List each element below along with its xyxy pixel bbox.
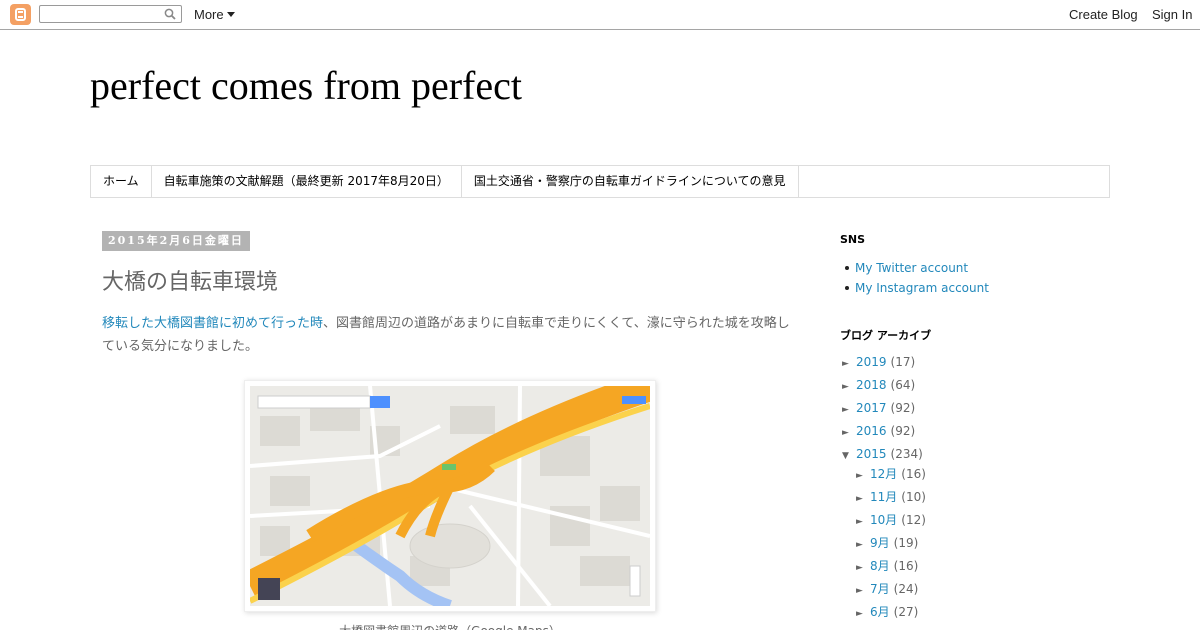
archive-month-item[interactable]: ► 10月 (12) xyxy=(856,511,926,529)
archive-month-item-label[interactable]: 10月 xyxy=(870,513,897,527)
search-icon[interactable] xyxy=(164,8,176,20)
archive-month-item-count: (16) xyxy=(893,559,919,573)
archive-year-2019[interactable]: ► 2019 (17) xyxy=(842,353,915,371)
archive-month-item-count: (12) xyxy=(901,513,926,527)
map-image[interactable] xyxy=(250,386,650,606)
archive-year-2017-count: (92) xyxy=(890,401,916,415)
sns-heading: SNS xyxy=(840,233,866,246)
post-body-link[interactable]: 移転した大橋図書館に初めて行った時 xyxy=(102,316,323,331)
archive-year-2015-label[interactable]: 2015 xyxy=(856,447,887,461)
archive-month-item[interactable]: ► 8月 (16) xyxy=(856,557,918,575)
collapsed-toggle-icon[interactable]: ► xyxy=(842,378,856,396)
post-body: 移転した大橋図書館に初めて行った時、図書館周辺の道路があまりに自転車で走りにくく… xyxy=(102,312,797,358)
collapsed-toggle-icon[interactable]: ► xyxy=(856,467,870,485)
sign-in-link[interactable]: Sign In xyxy=(1152,7,1192,22)
blogger-logo-icon[interactable] xyxy=(10,4,31,25)
sns-link-list: My Twitter account My Instagram account xyxy=(845,258,989,298)
archive-year-2017[interactable]: ► 2017 (92) xyxy=(842,399,915,417)
collapsed-toggle-icon[interactable]: ► xyxy=(856,605,870,623)
navbar-search-input[interactable] xyxy=(39,5,182,23)
collapsed-toggle-icon[interactable]: ► xyxy=(856,582,870,600)
archive-year-2018-count: (64) xyxy=(890,378,916,392)
archive-year-2018-label[interactable]: 2018 xyxy=(856,378,887,392)
tab-bibliography[interactable]: 自転車施策の文献解題（最終更新 2017年8月20日） xyxy=(152,166,462,197)
archive-year-2015[interactable]: ▼ 2015 (234) xyxy=(842,445,923,463)
collapsed-toggle-icon[interactable]: ► xyxy=(842,401,856,419)
archive-heading: ブログ アーカイブ xyxy=(840,329,932,342)
blogger-navbar: More Create Blog Sign In xyxy=(0,0,1200,30)
archive-month-item-label[interactable]: 12月 xyxy=(870,467,897,481)
tab-home[interactable]: ホーム xyxy=(91,166,152,197)
archive-month-item-label[interactable]: 8月 xyxy=(870,559,890,573)
blog-title[interactable]: perfect comes from perfect xyxy=(90,62,522,109)
archive-month-item[interactable]: ► 12月 (16) xyxy=(856,465,926,483)
post-title[interactable]: 大橋の自転車環境 xyxy=(102,264,278,296)
collapsed-toggle-icon[interactable]: ► xyxy=(856,490,870,508)
twitter-account-link[interactable]: My Twitter account xyxy=(845,258,989,278)
archive-month-item[interactable]: ► 9月 (19) xyxy=(856,534,918,552)
collapsed-toggle-icon[interactable]: ► xyxy=(856,559,870,577)
archive-month-item-count: (10) xyxy=(901,490,926,504)
archive-month-item-count: (16) xyxy=(901,467,926,481)
archive-year-2019-count: (17) xyxy=(890,355,916,369)
archive-month-item-label[interactable]: 7月 xyxy=(870,582,890,596)
archive-year-2016-label[interactable]: 2016 xyxy=(856,424,887,438)
archive-month-item-count: (19) xyxy=(893,536,919,550)
archive-month-item-label[interactable]: 6月 xyxy=(870,605,890,619)
archive-year-2016-count: (92) xyxy=(890,424,916,438)
collapsed-toggle-icon[interactable]: ► xyxy=(842,424,856,442)
archive-month-item-label[interactable]: 11月 xyxy=(870,490,897,504)
more-menu-button[interactable]: More xyxy=(194,7,224,22)
archive-year-2018[interactable]: ► 2018 (64) xyxy=(842,376,915,394)
create-blog-link[interactable]: Create Blog xyxy=(1069,7,1138,22)
archive-month-item[interactable]: ► 7月 (24) xyxy=(856,580,918,598)
archive-month-item-count: (27) xyxy=(893,605,919,619)
collapsed-toggle-icon[interactable]: ► xyxy=(856,513,870,531)
chevron-down-icon[interactable] xyxy=(227,12,235,17)
expanded-toggle-icon[interactable]: ▼ xyxy=(842,447,856,465)
collapsed-toggle-icon[interactable]: ► xyxy=(842,355,856,373)
map-caption: 大橋図書館周辺の道路（Google Maps） xyxy=(244,622,656,630)
collapsed-toggle-icon[interactable]: ► xyxy=(856,536,870,554)
archive-year-2017-label[interactable]: 2017 xyxy=(856,401,887,415)
tab-guideline-opinion[interactable]: 国土交通省・警察庁の自転車ガイドラインについての意見 xyxy=(462,166,799,197)
archive-month-item-label[interactable]: 9月 xyxy=(870,536,890,550)
archive-year-2019-label[interactable]: 2019 xyxy=(856,355,887,369)
post-date: 2015年2月6日金曜日 xyxy=(102,231,250,251)
archive-month-item-count: (24) xyxy=(893,582,919,596)
map-image-frame[interactable] xyxy=(244,380,656,612)
page-tabs: ホーム 自転車施策の文献解題（最終更新 2017年8月20日） 国土交通省・警察… xyxy=(90,165,1110,198)
instagram-account-link[interactable]: My Instagram account xyxy=(845,278,989,298)
archive-year-2015-count: (234) xyxy=(890,447,923,461)
archive-year-2016[interactable]: ► 2016 (92) xyxy=(842,422,915,440)
archive-month-item[interactable]: ► 6月 (27) xyxy=(856,603,918,621)
archive-month-item[interactable]: ► 11月 (10) xyxy=(856,488,926,506)
